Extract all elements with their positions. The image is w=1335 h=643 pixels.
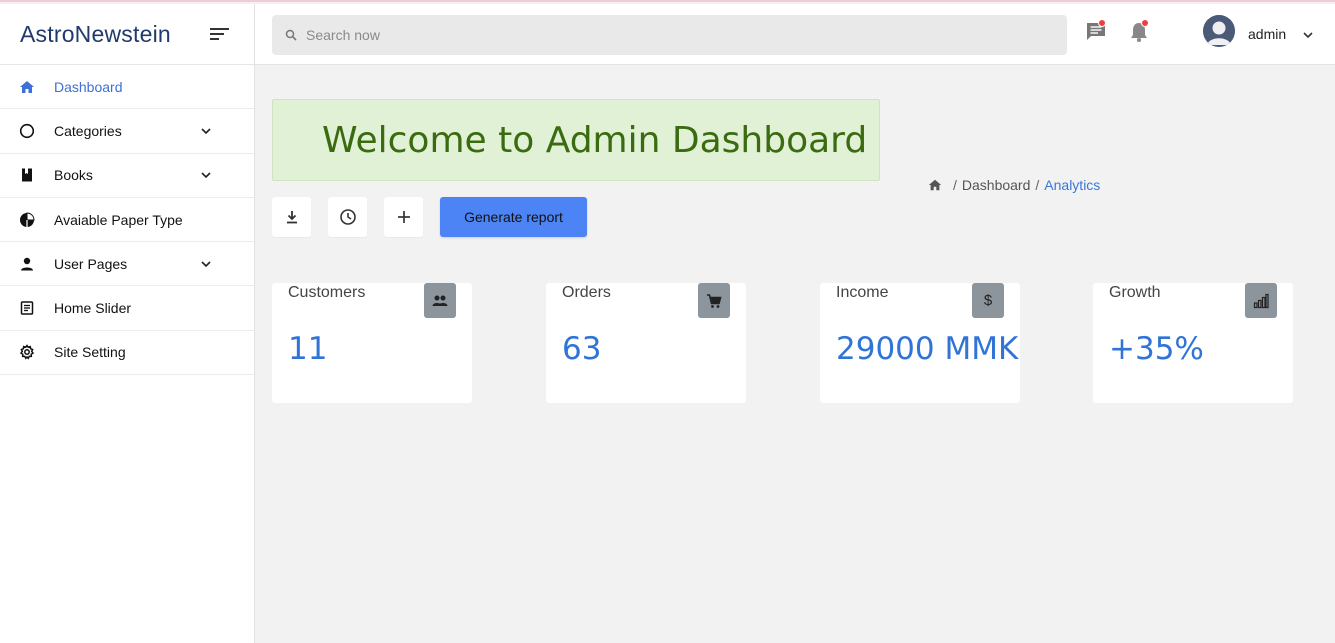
plus-icon bbox=[397, 211, 410, 223]
add-button[interactable] bbox=[384, 197, 423, 237]
stat-card-orders: Orders 63 bbox=[546, 283, 746, 403]
username[interactable]: admin bbox=[1248, 26, 1286, 42]
sidebar-item-label: Books bbox=[54, 167, 93, 184]
gear-icon bbox=[18, 343, 36, 361]
breadcrumb: / Dashboard / Analytics bbox=[928, 177, 1100, 193]
search-bar[interactable] bbox=[272, 15, 1067, 55]
stat-card-income: Income 29000 MMK $ bbox=[820, 283, 1020, 403]
stat-card-value: 29000 MMK bbox=[836, 331, 1019, 367]
sidebar-item-label: Home Slider bbox=[54, 300, 132, 317]
clock-icon bbox=[339, 209, 356, 225]
dollar-icon: $ bbox=[972, 283, 1004, 318]
menu-toggle-icon[interactable] bbox=[210, 26, 230, 42]
notification-dot bbox=[1141, 19, 1149, 27]
chevron-down-icon[interactable] bbox=[199, 168, 213, 182]
sidebar: AstroNewstein Dashboard Categories Books… bbox=[0, 4, 255, 643]
sidebar-item-home-slider[interactable]: Home Slider bbox=[0, 286, 254, 331]
sidebar-item-books[interactable]: Books bbox=[0, 154, 254, 198]
sidebar-item-dashboard[interactable]: Dashboard bbox=[0, 65, 254, 110]
sidebar-item-categories[interactable]: Categories bbox=[0, 109, 254, 154]
home-icon bbox=[18, 78, 36, 96]
sidebar-item-paper-type[interactable]: Avaiable Paper Type bbox=[0, 198, 254, 243]
document-icon bbox=[18, 299, 36, 317]
brand-logo[interactable]: AstroNewstein bbox=[20, 21, 171, 48]
stat-card-value: +35% bbox=[1109, 331, 1204, 367]
stat-card-value: 11 bbox=[288, 331, 328, 367]
sidebar-item-label: Categories bbox=[54, 122, 122, 139]
welcome-banner: Welcome to Admin Dashboard bbox=[272, 99, 880, 181]
sidebar-item-label: Dashboard bbox=[54, 78, 123, 95]
avatar[interactable] bbox=[1203, 15, 1235, 47]
bar-chart-icon bbox=[1245, 283, 1277, 318]
notifications-button[interactable] bbox=[1128, 19, 1150, 43]
people-icon bbox=[424, 283, 456, 318]
notification-dot bbox=[1098, 19, 1106, 27]
sidebar-item-label: Site Setting bbox=[54, 344, 126, 361]
generate-report-button[interactable]: Generate report bbox=[440, 197, 587, 237]
book-icon bbox=[18, 166, 36, 184]
pie-chart-icon bbox=[18, 211, 36, 229]
breadcrumb-separator: / bbox=[953, 177, 957, 193]
messages-button[interactable] bbox=[1085, 19, 1107, 43]
breadcrumb-dashboard[interactable]: Dashboard bbox=[962, 177, 1031, 193]
chevron-down-icon[interactable] bbox=[199, 257, 213, 271]
sidebar-item-site-setting[interactable]: Site Setting bbox=[0, 331, 254, 376]
user-avatar-icon bbox=[1203, 15, 1235, 47]
welcome-heading: Welcome to Admin Dashboard bbox=[322, 119, 868, 161]
stat-card-growth: Growth +35% bbox=[1093, 283, 1293, 403]
sidebar-item-user-pages[interactable]: User Pages bbox=[0, 242, 254, 287]
home-icon[interactable] bbox=[928, 178, 942, 192]
circle-icon bbox=[18, 122, 36, 140]
breadcrumb-analytics: Analytics bbox=[1044, 177, 1101, 193]
search-input[interactable] bbox=[306, 27, 1006, 43]
stat-card-title: Income bbox=[836, 284, 889, 301]
search-icon bbox=[285, 29, 297, 41]
person-icon bbox=[18, 255, 36, 273]
stat-card-title: Customers bbox=[288, 284, 366, 301]
sidebar-item-label: User Pages bbox=[54, 255, 128, 272]
stat-card-title: Growth bbox=[1109, 284, 1161, 301]
chevron-down-icon[interactable] bbox=[1301, 28, 1315, 42]
breadcrumb-separator: / bbox=[1035, 177, 1040, 193]
download-button[interactable] bbox=[272, 197, 311, 237]
stat-card-customers: Customers 11 bbox=[272, 283, 472, 403]
cart-icon bbox=[698, 283, 730, 318]
chevron-down-icon[interactable] bbox=[199, 124, 213, 138]
topbar: admin bbox=[255, 4, 1335, 65]
brand-row: AstroNewstein bbox=[0, 4, 254, 65]
sidebar-item-label: Avaiable Paper Type bbox=[54, 211, 183, 228]
stat-card-value: 63 bbox=[562, 331, 602, 367]
download-icon bbox=[286, 211, 297, 224]
history-button[interactable] bbox=[328, 197, 367, 237]
stat-card-title: Orders bbox=[562, 284, 611, 301]
